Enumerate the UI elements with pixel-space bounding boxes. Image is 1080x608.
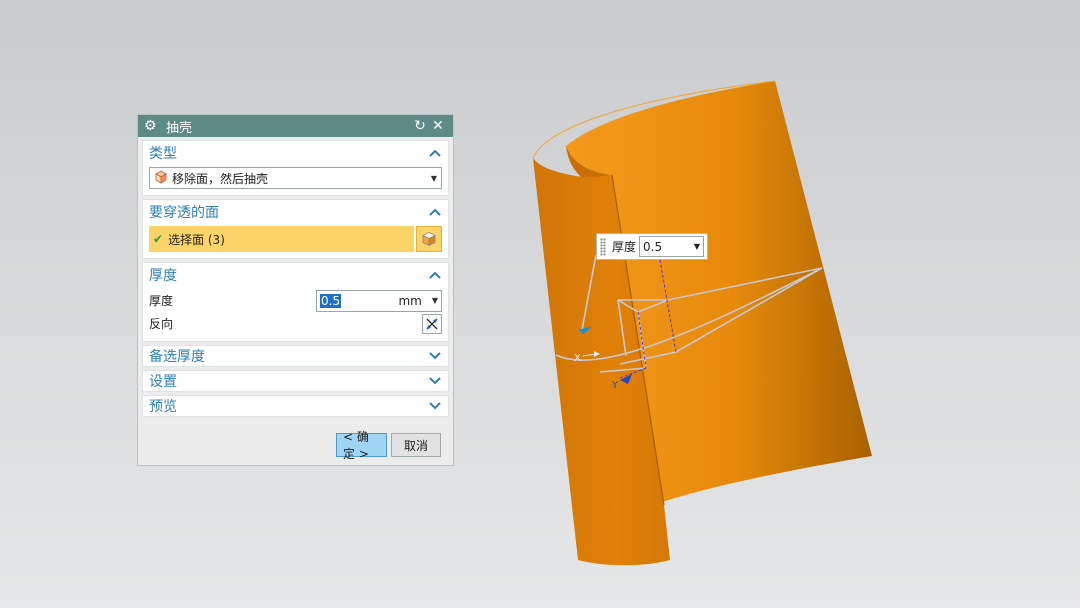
shell-type-value: 移除面，然后抽壳 [172,171,269,186]
section-thickness-header[interactable]: 厚度 [143,263,448,287]
reset-icon[interactable]: ↻ [411,118,429,134]
cube-remove-face-icon [154,170,168,187]
section-type-label: 类型 [149,146,177,162]
dialog-footer: < 确定 > 取消 [336,430,441,461]
chevron-up-icon[interactable] [428,268,442,282]
section-type-header[interactable]: 类型 [143,141,448,165]
chevron-up-icon[interactable] [428,205,442,219]
section-faces-label: 要穿透的面 [149,205,219,221]
reverse-label: 反向 [149,317,174,331]
select-faces-label: 选择面 (3) [168,232,225,247]
section-alt-thickness-header[interactable]: 备选厚度 [143,346,448,366]
thickness-widget-field[interactable]: 0.5 ▼ [639,236,704,257]
section-alt-thickness: 备选厚度 [142,345,449,367]
section-preview-label: 预览 [149,399,177,415]
close-icon[interactable]: ✕ [429,118,447,134]
thickness-onscreen-input[interactable]: 厚度 0.5 ▼ [596,233,708,260]
chevron-down-icon[interactable] [428,399,442,413]
chevron-down-icon[interactable]: ▼ [431,174,437,183]
drag-grip-icon[interactable] [600,237,606,256]
thickness-label: 厚度 [149,294,174,308]
section-faces-header[interactable]: 要穿透的面 [143,200,448,224]
flip-direction-icon [426,318,438,329]
y-axis-label: Y [611,380,619,391]
section-settings-label: 设置 [149,374,177,390]
x-axis-label: X [574,353,581,364]
thickness-unit: mm [398,293,422,308]
section-settings-header[interactable]: 设置 [143,371,448,391]
section-preview-header[interactable]: 预览 [143,396,448,416]
checkmark-icon: ✔ [153,232,164,246]
dialog-title: 抽壳 [166,120,193,136]
cancel-button[interactable]: 取消 [391,433,441,457]
select-face-cube-button[interactable] [416,226,442,252]
section-type: 类型 移除面，然后抽壳 ▼ [142,140,449,196]
select-faces-field[interactable]: ✔ 选择面 (3) [149,226,414,252]
section-settings: 设置 [142,370,449,392]
thickness-input[interactable]: 0.5 mm ▼ [316,289,442,312]
chevron-up-icon[interactable] [428,146,442,160]
chevron-down-icon[interactable] [428,349,442,363]
chevron-down-icon[interactable] [428,374,442,388]
section-thickness: 厚度 厚度 0.5 mm ▼ 反向 [142,262,449,342]
thickness-widget-value[interactable]: 0.5 [643,240,694,254]
reverse-direction-button[interactable] [422,313,442,334]
section-alt-thickness-label: 备选厚度 [149,349,205,365]
chevron-down-icon[interactable]: ▼ [432,296,438,305]
section-faces: 要穿透的面 ✔ 选择面 (3) [142,199,449,259]
dialog-titlebar[interactable]: ⚙ 抽壳 ↻ ✕ [138,115,453,137]
shell-type-select[interactable]: 移除面，然后抽壳 ▼ [149,167,442,189]
thickness-widget-label: 厚度 [612,240,637,254]
ok-button[interactable]: < 确定 > [336,430,387,461]
gear-icon[interactable]: ⚙ [144,118,160,134]
section-thickness-label: 厚度 [149,268,177,284]
section-preview: 预览 [142,395,449,417]
cube-icon [422,232,436,247]
shell-dialog: ⚙ 抽壳 ↻ ✕ 类型 移除面，然后抽壳 ▼ 要穿透的面 ✔ 选择面 (3) 厚… [137,114,454,466]
chevron-down-icon[interactable]: ▼ [694,242,700,251]
thickness-value[interactable]: 0.5 [320,293,342,308]
